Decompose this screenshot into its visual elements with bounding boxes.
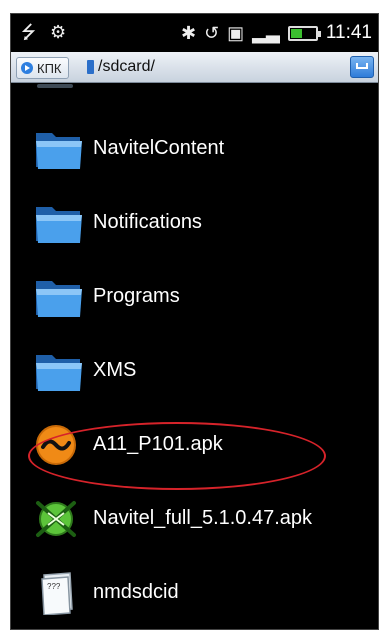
file-name: NavitelContent (93, 136, 225, 159)
partial-list-item-icon (37, 84, 73, 88)
device-root-button[interactable]: КПК (16, 57, 69, 79)
menu-button[interactable] (350, 56, 374, 78)
navitel-app-icon (36, 501, 76, 537)
sd-card-icon: ▣ (227, 23, 245, 43)
list-item[interactable]: XMS (11, 333, 378, 407)
sync-icon: ↺ (204, 23, 220, 43)
highlight-annotation (28, 422, 326, 490)
file-name: XMS (93, 358, 137, 381)
list-item[interactable]: Programs (11, 259, 378, 333)
current-path: /sdcard/ (98, 58, 155, 75)
file-name: nmdsdcid (93, 580, 179, 603)
file-name: Programs (93, 284, 180, 307)
list-item[interactable]: NavitelContent (11, 111, 378, 185)
arrow-right-icon (21, 62, 33, 74)
device-root-label: КПК (37, 60, 62, 76)
signal-icon: ▂▃ (252, 23, 280, 43)
battery-fill (290, 28, 302, 38)
breadcrumb[interactable]: /sdcard/ (87, 57, 155, 77)
folder-icon (36, 281, 82, 317)
status-left-icons: ⭍ ⚙ (21, 22, 66, 42)
file-name: Notifications (93, 210, 202, 233)
folder-icon (36, 207, 82, 243)
status-right-icons: ✱ ↺ ▣ ▂▃ 11:41 (181, 22, 372, 44)
folder-icon (36, 133, 82, 169)
unknown-file-icon: ??? (41, 572, 73, 615)
status-bar: ⭍ ⚙ ✱ ↺ ▣ ▂▃ 11:41 (11, 14, 378, 52)
bluetooth-icon: ✱ (180, 23, 197, 43)
battery-icon (287, 25, 321, 41)
folder-icon (36, 355, 82, 391)
debug-icon: ⚙ (50, 22, 67, 42)
usb-icon: ⭍ (21, 22, 36, 42)
path-bar: КПК /sdcard/ (11, 52, 378, 83)
svg-text:???: ??? (47, 582, 61, 591)
file-name: Navitel_full_5.1.0.47.apk (93, 506, 313, 529)
list-item[interactable]: Notifications (11, 185, 378, 259)
status-time: 11:41 (325, 22, 372, 43)
list-item[interactable]: ??? nmdsdcid (11, 555, 378, 629)
sdcard-icon (87, 60, 94, 74)
device-screen: ⭍ ⚙ ✱ ↺ ▣ ▂▃ 11:41 КПК /sdcard/ NavitelC… (10, 13, 379, 630)
list-item[interactable]: Navitel_full_5.1.0.47.apk (11, 481, 378, 555)
